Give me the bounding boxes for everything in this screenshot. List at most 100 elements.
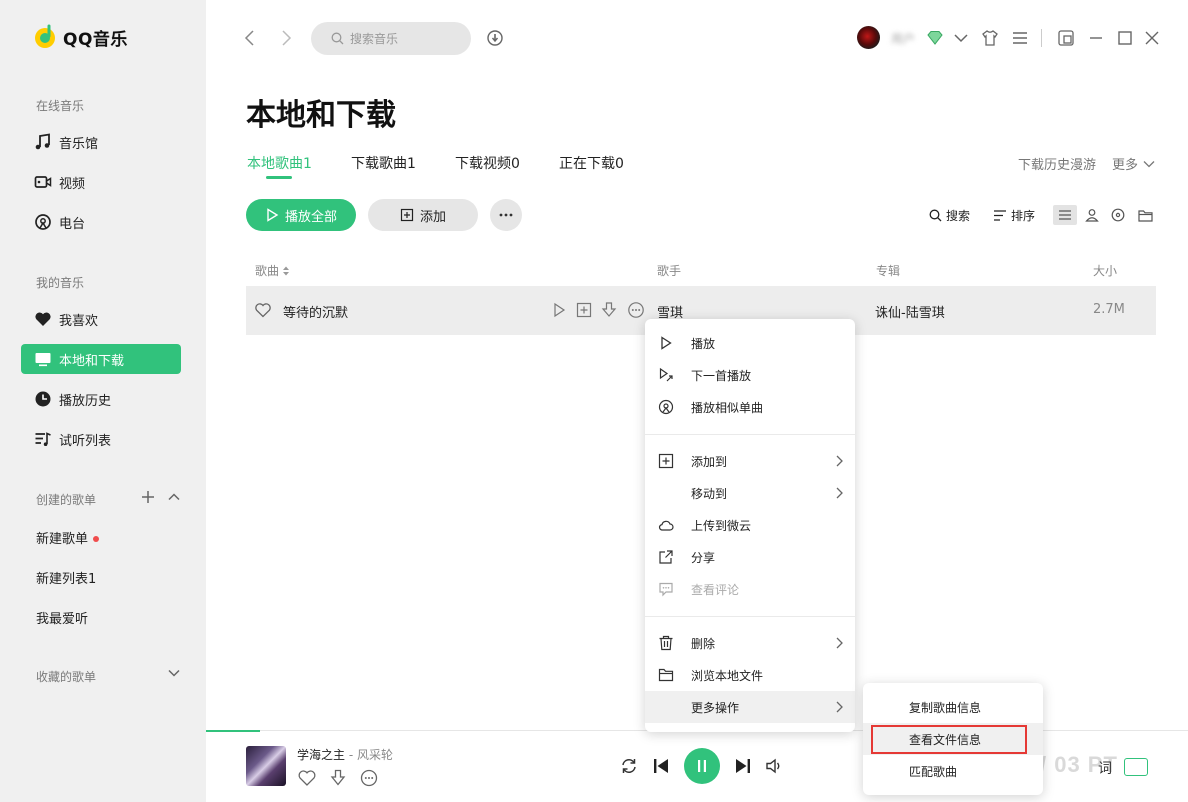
playlist-item[interactable]: 新建列表1 — [36, 568, 96, 587]
menu-item-play-similar[interactable]: 播放相似单曲 — [645, 391, 855, 423]
tab-local-songs[interactable]: 本地歌曲1 — [247, 153, 312, 173]
now-playing-info[interactable]: 学海之主 - 风采轮 — [297, 746, 393, 763]
heart-outline-icon[interactable] — [297, 768, 317, 788]
maximize-icon[interactable] — [1115, 28, 1135, 48]
chevron-down-icon[interactable] — [951, 28, 971, 48]
volume-icon[interactable] — [764, 756, 784, 776]
back-arrow-icon[interactable] — [240, 28, 260, 48]
pause-button[interactable] — [684, 748, 720, 784]
progress-bar[interactable] — [206, 730, 260, 732]
album-view-toggle[interactable] — [1106, 205, 1130, 225]
now-playing-artist: 风采轮 — [356, 748, 393, 762]
menu-item-play[interactable]: 播放 — [645, 327, 855, 359]
sort-icon — [994, 210, 1006, 221]
skin-shirt-icon[interactable] — [980, 28, 1000, 48]
more-dropdown[interactable]: 更多 — [1112, 154, 1156, 173]
more-actions-button[interactable] — [490, 199, 522, 231]
download-icon[interactable] — [328, 768, 348, 788]
sidebar-item-radio[interactable]: 电台 — [21, 207, 181, 237]
menu-item-delete[interactable]: 删除 — [645, 627, 855, 659]
created-playlists-title: 创建的歌单 — [36, 493, 97, 507]
playlist-item[interactable]: 我最爱听 — [36, 608, 88, 627]
username[interactable]: 用户 — [891, 30, 915, 47]
search-box[interactable]: 搜索音乐 — [311, 22, 471, 55]
add-box-icon[interactable] — [575, 301, 593, 319]
play-icon — [267, 208, 279, 222]
sort-tool-button[interactable]: 排序 — [993, 207, 1035, 224]
more-ellipsis-icon[interactable] — [359, 768, 379, 788]
sidebar-item-trial-list[interactable]: 试听列表 — [21, 424, 181, 454]
list-view-toggle[interactable] — [1053, 205, 1077, 225]
radio-icon — [35, 214, 51, 230]
voice-search-icon[interactable] — [485, 28, 505, 48]
column-header-size: 大小 — [1093, 264, 1118, 278]
artist-view-toggle[interactable] — [1080, 205, 1104, 225]
sidebar-item-local-downloads[interactable]: 本地和下载 — [21, 344, 181, 374]
album-name[interactable]: 诛仙-陆雪琪 — [875, 302, 945, 321]
tab-downloaded-songs[interactable]: 下载歌曲1 — [351, 153, 416, 173]
menu-item-browse-local-file[interactable]: 浏览本地文件 — [645, 659, 855, 691]
add-playlist-icon[interactable] — [140, 489, 156, 505]
menu-item-share[interactable]: 分享 — [645, 541, 855, 573]
sidebar-item-video[interactable]: 视频 — [21, 167, 181, 197]
close-icon[interactable] — [1142, 28, 1162, 48]
menu-item-view-comments: 查看评论 — [645, 573, 855, 605]
collapse-chevron-up-icon[interactable] — [166, 489, 182, 505]
chevron-down-icon — [1143, 160, 1155, 167]
download-history-link[interactable]: 下载历史漫游 — [1018, 154, 1096, 173]
heart-outline-icon[interactable] — [254, 301, 272, 319]
sidebar-item-label: 本地和下载 — [59, 353, 125, 369]
sidebar-item-label: 我喜欢 — [59, 313, 99, 329]
expand-chevron-down-icon[interactable] — [166, 665, 182, 681]
tab-downloading[interactable]: 正在下载0 — [559, 153, 624, 173]
sidebar-item-label: 视频 — [59, 176, 86, 192]
mini-mode-icon[interactable] — [1056, 28, 1076, 48]
menu-item-play-next[interactable]: 下一首播放 — [645, 359, 855, 391]
play-icon[interactable] — [550, 301, 568, 319]
vip-diamond-icon[interactable] — [925, 28, 945, 48]
playlist-queue-button[interactable] — [1124, 758, 1148, 776]
chevron-right-icon — [836, 487, 843, 499]
playlist-item[interactable]: 新建歌单 — [36, 528, 100, 547]
sort-arrows-icon — [283, 266, 290, 275]
more-ellipsis-icon[interactable] — [627, 301, 645, 319]
app-logo[interactable]: QQ音乐 — [34, 24, 128, 50]
menu-icon[interactable] — [1010, 28, 1030, 48]
file-size: 2.7M — [1093, 302, 1125, 317]
download-icon[interactable] — [600, 301, 618, 319]
active-tab-indicator — [266, 176, 292, 179]
column-header-artist: 歌手 — [657, 264, 682, 278]
music-note-icon — [35, 133, 50, 150]
previous-track-icon[interactable] — [651, 756, 671, 776]
menu-divider — [645, 616, 855, 617]
sidebar-item-history[interactable]: 播放历史 — [21, 384, 181, 414]
heart-icon — [35, 312, 51, 326]
search-icon — [331, 32, 344, 45]
menu-item-upload-weiyun[interactable]: 上传到微云 — [645, 509, 855, 541]
tab-downloaded-videos[interactable]: 下载视频0 — [455, 153, 520, 173]
pause-icon — [698, 760, 706, 772]
column-header-song[interactable]: 歌曲 — [255, 262, 290, 279]
folder-view-toggle[interactable] — [1133, 205, 1157, 225]
sidebar-item-music-hall[interactable]: 音乐馆 — [21, 127, 181, 157]
play-next-icon — [659, 367, 673, 382]
avatar[interactable] — [857, 26, 880, 49]
album-cover[interactable] — [246, 746, 286, 786]
menu-item-add-to[interactable]: 添加到 — [645, 445, 855, 477]
menu-item-more-actions[interactable]: 更多操作 — [645, 691, 855, 723]
repeat-icon[interactable] — [619, 756, 639, 776]
qq-music-logo-icon — [35, 24, 55, 48]
song-title[interactable]: 等待的沉默 — [283, 302, 348, 321]
sidebar-item-favorites[interactable]: 我喜欢 — [21, 304, 181, 334]
menu-item-match-song[interactable]: 匹配歌曲 — [863, 755, 1043, 787]
minimize-icon[interactable] — [1086, 28, 1106, 48]
menu-item-move-to[interactable]: 移动到 — [645, 477, 855, 509]
menu-item-copy-song-info[interactable]: 复制歌曲信息 — [863, 691, 1043, 723]
lyrics-button[interactable]: 词 — [1098, 758, 1112, 778]
play-all-button[interactable]: 播放全部 — [246, 199, 356, 231]
online-music-title: 在线音乐 — [36, 99, 85, 113]
next-track-icon[interactable] — [733, 756, 753, 776]
search-tool-button[interactable]: 搜索 — [929, 207, 970, 224]
forward-arrow-icon[interactable] — [276, 28, 296, 48]
add-button[interactable]: 添加 — [368, 199, 478, 231]
